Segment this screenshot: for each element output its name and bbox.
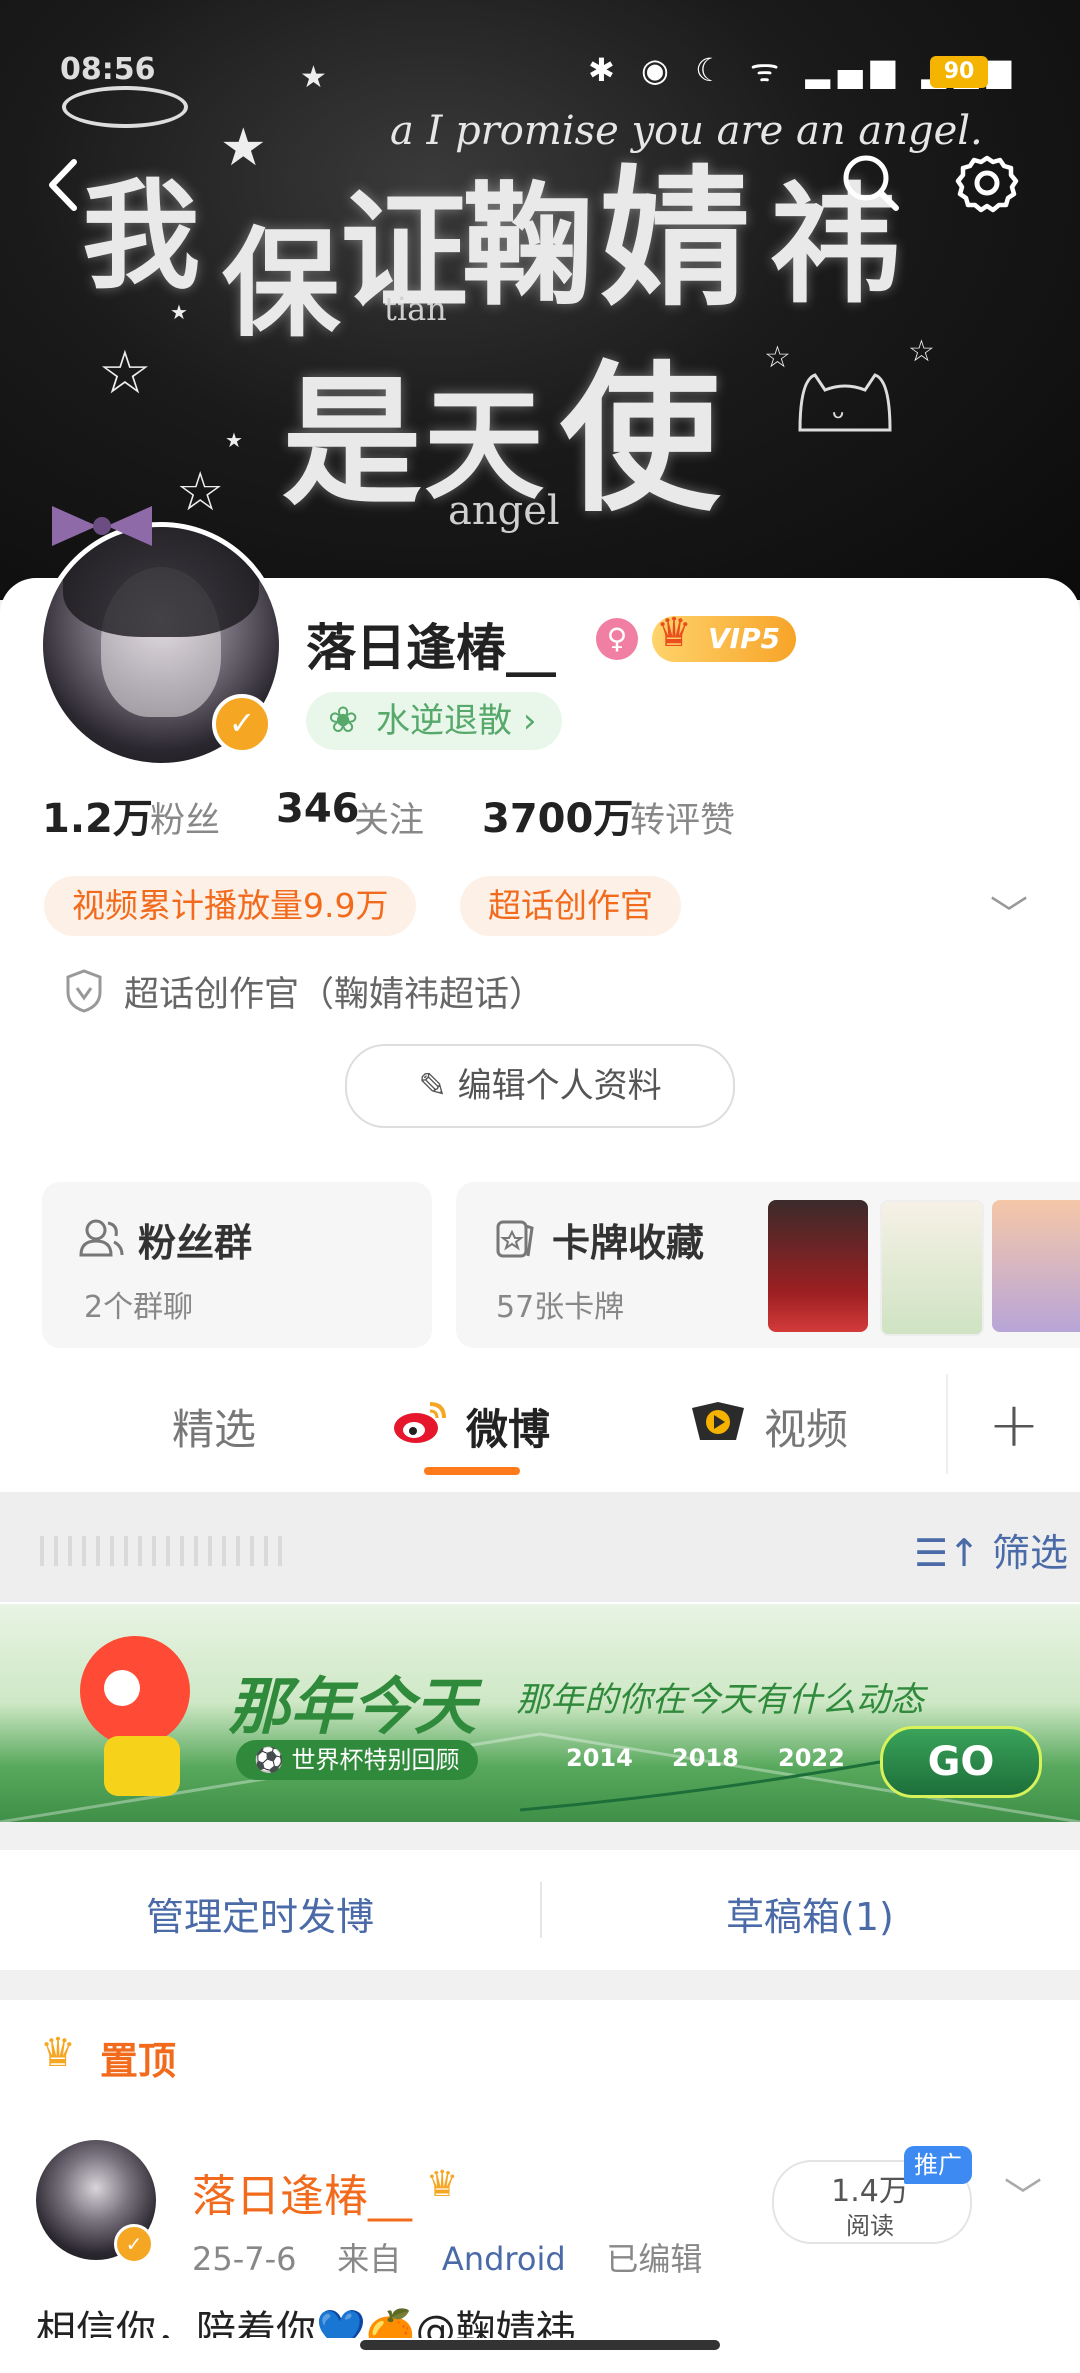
promo-pill-label: 世界杯特别回顾	[291, 1746, 460, 1774]
interactions-count[interactable]: 3700万	[482, 786, 633, 844]
following-count[interactable]: 346	[276, 786, 360, 832]
crown-pin-icon: ♛	[40, 2030, 76, 2076]
active-tab-indicator	[424, 1467, 520, 1475]
filter-button[interactable]: ☰↑ 筛选	[914, 1522, 1068, 1577]
add-tab-button[interactable]: +	[988, 1388, 1040, 1461]
creator-tag[interactable]: 超话创作官	[460, 876, 681, 936]
post-source[interactable]: Android	[442, 2240, 566, 2278]
promo-year: 2014	[566, 1744, 633, 1772]
creator-info: 超话创作官（鞠婧祎超话）	[124, 975, 545, 1015]
followers-count[interactable]: 1.2万	[42, 786, 153, 844]
star-icon: ☆	[764, 340, 791, 375]
blurred-placeholder	[40, 1536, 290, 1566]
post-edited: 已编辑	[606, 2240, 703, 2278]
banner-small-text: tian	[384, 290, 447, 328]
promo-go-button[interactable]: GO	[880, 1726, 1042, 1798]
shield-icon	[66, 969, 102, 1013]
card-collection-sub: 57张卡牌	[496, 1290, 625, 1325]
post-from: 来自	[337, 2240, 402, 2278]
battery-indicator: 90	[930, 56, 988, 88]
post-date: 25-7-6	[192, 2240, 297, 2278]
fan-club-label: 水逆退散	[376, 701, 512, 741]
home-indicator[interactable]	[360, 2340, 720, 2350]
promo-year: 2018	[672, 1744, 739, 1772]
following-label[interactable]: 关注	[354, 792, 424, 843]
followers-label[interactable]: 粉丝	[150, 792, 220, 843]
promote-tag[interactable]: 推广	[904, 2146, 972, 2184]
post-text: 相信你，陪着你💙🍊@鞠婧祎	[36, 2308, 576, 2338]
manage-scheduled-button[interactable]: 管理定时发博	[146, 1886, 374, 1941]
banner-char: 婧	[600, 151, 751, 327]
card-thumbnail[interactable]	[768, 1200, 868, 1332]
banner-small-text: angel	[448, 488, 560, 534]
star-icon: ☆	[176, 460, 225, 523]
settings-button[interactable]	[952, 148, 1022, 218]
divider	[540, 1882, 542, 1938]
star-icon: ★	[220, 118, 267, 178]
star-icon: ★	[300, 60, 327, 95]
fans-group-sub: 2个群聊	[84, 1290, 194, 1325]
chevron-down-icon[interactable]: ﹀	[1004, 2166, 1042, 2221]
edit-profile-button[interactable]: ✎ 编辑个人资料	[345, 1044, 735, 1128]
bow-icon	[52, 506, 152, 546]
post-author[interactable]: 落日逢椿__	[192, 2160, 412, 2224]
crown-icon: ♛	[656, 610, 692, 656]
card-thumbnail[interactable]	[880, 1200, 984, 1336]
card-collection-title: 卡牌收藏	[552, 1221, 705, 1265]
cat-doodle-icon: ᴗ	[798, 373, 892, 432]
pinned-label: 置顶	[100, 2039, 177, 2083]
search-button[interactable]	[836, 148, 906, 218]
filter-icon: ☰↑	[914, 1531, 992, 1575]
promo-subtitle: 那年的你在今天有什么动态	[516, 1680, 924, 1720]
card-thumbnail[interactable]	[992, 1200, 1080, 1332]
svg-text:ᴗ: ᴗ	[832, 399, 844, 423]
mascot-jersey	[104, 1736, 180, 1796]
tab-featured[interactable]: 精选	[172, 1396, 256, 1457]
verified-badge-icon: ✓	[212, 694, 272, 754]
banner-char: 鞠	[462, 169, 594, 324]
promo-pill: ⚽ 世界杯特别回顾	[236, 1740, 478, 1780]
promo-title: 那年今天	[228, 1670, 477, 1743]
mascot-eye	[104, 1670, 140, 1706]
banner-char: 使	[560, 345, 721, 533]
pencil-icon: ✎	[418, 1066, 458, 1106]
tab-video[interactable]: 视频	[764, 1396, 848, 1457]
tab-divider	[946, 1374, 948, 1474]
edit-profile-label: 编辑个人资料	[457, 1066, 662, 1106]
verified-badge-icon: ✓	[114, 2224, 154, 2264]
weibo-logo-icon	[394, 1402, 446, 1443]
crown-icon: ♛	[426, 2164, 459, 2205]
star-icon: ☆	[98, 338, 152, 408]
interactions-label[interactable]: 转评赞	[630, 792, 735, 843]
fans-group-title: 粉丝群	[138, 1221, 253, 1265]
username: 落日逢椿__	[306, 619, 556, 677]
soccer-ball-icon: ⚽	[254, 1746, 292, 1774]
chevron-down-icon[interactable]: ﹀	[990, 884, 1028, 939]
tab-weibo[interactable]: 微博	[466, 1396, 550, 1457]
read-label: 阅读	[846, 2212, 894, 2240]
star-icon: ★	[225, 428, 243, 452]
video-icon	[692, 1402, 744, 1440]
status-time: 08:56	[60, 52, 156, 87]
back-button[interactable]	[30, 150, 100, 220]
lotus-icon: ❀	[328, 700, 359, 741]
chevron-right-icon: ›	[522, 701, 537, 741]
female-gender-icon: ♀	[596, 618, 638, 660]
halo-icon	[62, 86, 188, 128]
video-plays-tag[interactable]: 视频累计播放量9.9万	[44, 876, 417, 936]
star-icon: ☆	[908, 334, 935, 369]
filter-label: 筛选	[992, 1531, 1069, 1575]
card-icon	[496, 1220, 534, 1258]
group-icon	[79, 1219, 124, 1257]
drafts-button[interactable]: 草稿箱(1)	[726, 1886, 894, 1941]
banner-char: 是	[282, 361, 423, 525]
post-meta: 25-7-6 来自 Android 已编辑	[192, 2234, 702, 2280]
promo-year: 2022	[778, 1744, 845, 1772]
